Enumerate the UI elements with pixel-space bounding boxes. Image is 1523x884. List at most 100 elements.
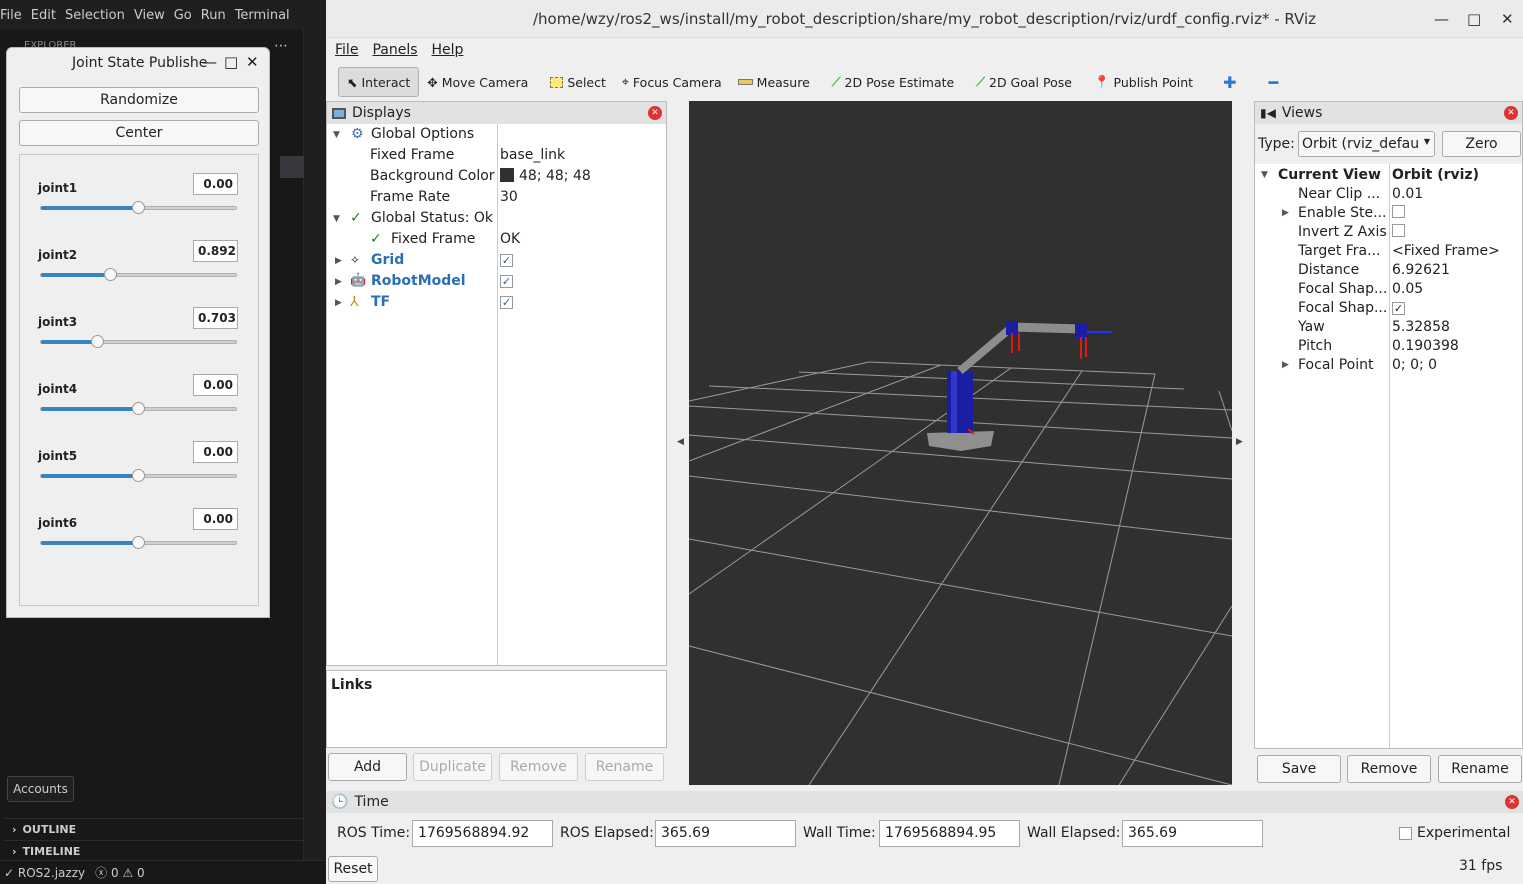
slider-handle[interactable] bbox=[132, 536, 145, 549]
add-display-button[interactable]: Add bbox=[328, 753, 407, 781]
minimize-icon[interactable]: — bbox=[202, 53, 217, 71]
close-icon[interactable]: ✕ bbox=[246, 53, 259, 71]
remote-branch[interactable]: ✓ ROS2.jazzy bbox=[4, 866, 85, 880]
tree-row-frame-rate[interactable]: Frame Rate 30 bbox=[327, 189, 666, 210]
view-property-row[interactable]: Invert Z Axis bbox=[1255, 224, 1522, 243]
view-property-value[interactable]: <Fixed Frame> bbox=[1392, 243, 1500, 259]
rename-display-button[interactable]: Rename bbox=[585, 753, 664, 781]
view-property-value[interactable]: 0.190398 bbox=[1392, 338, 1459, 354]
rename-view-button[interactable]: Rename bbox=[1438, 755, 1522, 783]
background-color-value[interactable]: 48; 48; 48 bbox=[500, 168, 591, 184]
minimize-icon[interactable]: — bbox=[1434, 10, 1449, 28]
view-property-value[interactable]: 6.92621 bbox=[1392, 262, 1450, 278]
slider-handle[interactable] bbox=[132, 469, 145, 482]
expand-down-icon[interactable]: ▼ bbox=[1261, 170, 1268, 180]
pose-estimate-tool[interactable]: ⟋ 2D Pose Estimate bbox=[824, 67, 962, 97]
joint-slider[interactable] bbox=[40, 536, 237, 549]
randomize-button[interactable]: Randomize bbox=[19, 87, 259, 113]
expand-down-icon[interactable]: ▼ bbox=[333, 130, 340, 140]
view-property-checkbox[interactable] bbox=[1392, 205, 1405, 222]
view-property-row[interactable]: Near Clip ... 0.01 bbox=[1255, 186, 1522, 205]
select-tool[interactable]: Select bbox=[542, 67, 614, 97]
joint-slider[interactable] bbox=[40, 402, 237, 415]
vscode-menu-terminal[interactable]: Terminal bbox=[235, 8, 299, 23]
collapse-right-icon[interactable]: ▶ bbox=[1236, 437, 1243, 447]
slider-handle[interactable] bbox=[132, 402, 145, 415]
joint-value-field[interactable]: 0.00 bbox=[193, 173, 238, 195]
close-panel-icon[interactable]: ✕ bbox=[648, 106, 662, 120]
outline-section[interactable]: › OUTLINE bbox=[4, 818, 304, 840]
slider-handle[interactable] bbox=[104, 268, 117, 281]
tree-row-grid[interactable]: ▶ ⟡ Grid ✓ bbox=[327, 252, 666, 273]
joint-slider[interactable] bbox=[40, 268, 237, 281]
slider-handle[interactable] bbox=[132, 201, 145, 214]
joint-value-field[interactable]: 0.00 bbox=[193, 374, 238, 396]
tree-row-status-fixed-frame[interactable]: ✓ Fixed Frame OK bbox=[327, 231, 666, 252]
remove-view-button[interactable]: Remove bbox=[1347, 755, 1431, 783]
vscode-menu-edit[interactable]: Edit bbox=[31, 8, 65, 23]
fixed-frame-value[interactable]: base_link bbox=[500, 147, 565, 163]
vscode-menu-view[interactable]: View bbox=[134, 8, 174, 23]
frame-rate-value[interactable]: 30 bbox=[500, 189, 518, 205]
move-camera-tool[interactable]: ✥ Move Camera bbox=[419, 67, 536, 97]
view-property-checkbox[interactable]: ✓ bbox=[1392, 300, 1405, 316]
view-property-row[interactable]: Yaw 5.32858 bbox=[1255, 319, 1522, 338]
wall-time-field[interactable]: 1769568894.95 bbox=[879, 820, 1020, 847]
view-property-value[interactable]: 0; 0; 0 bbox=[1392, 357, 1437, 373]
expand-right-icon[interactable]: ▶ bbox=[1282, 360, 1289, 370]
remove-tool-button[interactable]: ━ bbox=[1261, 67, 1287, 97]
remove-display-button[interactable]: Remove bbox=[499, 753, 578, 781]
interact-tool[interactable]: ⬉ Interact bbox=[338, 67, 420, 97]
ros-time-field[interactable]: 1769568894.92 bbox=[412, 820, 553, 847]
vscode-menu-file[interactable]: File bbox=[0, 8, 31, 23]
menu-panels[interactable]: Panels bbox=[372, 42, 417, 58]
joint-slider[interactable] bbox=[40, 201, 237, 214]
measure-tool[interactable]: Measure bbox=[730, 67, 818, 97]
duplicate-display-button[interactable]: Duplicate bbox=[413, 753, 492, 781]
joint-value-field[interactable]: 0.00 bbox=[193, 508, 238, 530]
tree-row-tf[interactable]: ▶ ⅄ TF ✓ bbox=[327, 294, 666, 315]
goal-pose-tool[interactable]: ⟋ 2D Goal Pose bbox=[968, 67, 1080, 97]
joint-slider[interactable] bbox=[40, 335, 237, 348]
tree-row-global-status[interactable]: ▼ ✓ Global Status: Ok bbox=[327, 210, 666, 231]
vscode-selected-row[interactable] bbox=[280, 156, 304, 178]
experimental-checkbox[interactable]: Experimental bbox=[1399, 825, 1510, 841]
maximize-icon[interactable]: □ bbox=[1467, 10, 1481, 28]
tree-row-robot-model[interactable]: ▶ 🤖 RobotModel ✓ bbox=[327, 273, 666, 294]
save-view-button[interactable]: Save bbox=[1257, 755, 1341, 783]
expand-right-icon[interactable]: ▶ bbox=[335, 256, 342, 266]
robot-model-enabled-checkbox[interactable]: ✓ bbox=[500, 273, 513, 289]
view-property-row[interactable]: Target Fra... <Fixed Frame> bbox=[1255, 243, 1522, 262]
tf-enabled-checkbox[interactable]: ✓ bbox=[500, 294, 513, 310]
tree-row-current-view[interactable]: ▼ Current View Orbit (rviz) bbox=[1255, 167, 1522, 186]
tree-row-global-options[interactable]: ▼ ⚙ Global Options bbox=[327, 126, 666, 147]
add-tool-button[interactable]: ✚ bbox=[1215, 67, 1244, 97]
3d-render-viewport[interactable] bbox=[689, 101, 1232, 785]
grid-enabled-checkbox[interactable]: ✓ bbox=[500, 252, 513, 268]
view-property-value[interactable]: 0.05 bbox=[1392, 281, 1423, 297]
publish-point-tool[interactable]: 📍 Publish Point bbox=[1086, 67, 1201, 97]
joint-value-field[interactable]: 0.892 bbox=[193, 240, 238, 262]
ros-elapsed-field[interactable]: 365.69 bbox=[655, 820, 796, 847]
view-property-row[interactable]: Focal Shap... 0.05 bbox=[1255, 281, 1522, 300]
view-property-row[interactable]: Distance 6.92621 bbox=[1255, 262, 1522, 281]
more-actions-icon[interactable]: ⋯ bbox=[274, 38, 288, 54]
tree-row-fixed-frame[interactable]: Fixed Frame base_link bbox=[327, 147, 666, 168]
view-property-row[interactable]: ▶ Focal Point 0; 0; 0 bbox=[1255, 357, 1522, 376]
focus-camera-tool[interactable]: ⌖ Focus Camera bbox=[614, 67, 730, 97]
slider-handle[interactable] bbox=[91, 335, 104, 348]
collapse-left-icon[interactable]: ◀ bbox=[677, 437, 684, 447]
center-button[interactable]: Center bbox=[19, 120, 259, 146]
view-property-checkbox[interactable] bbox=[1392, 224, 1405, 241]
expand-right-icon[interactable]: ▶ bbox=[1282, 208, 1289, 218]
vscode-menu-go[interactable]: Go bbox=[174, 8, 201, 23]
view-property-row[interactable]: ▶ Enable Ste... bbox=[1255, 205, 1522, 224]
menu-help[interactable]: Help bbox=[432, 42, 464, 58]
close-panel-icon[interactable]: ✕ bbox=[1505, 795, 1519, 809]
maximize-icon[interactable]: □ bbox=[224, 53, 238, 71]
expand-right-icon[interactable]: ▶ bbox=[335, 277, 342, 287]
view-property-value[interactable]: 0.01 bbox=[1392, 186, 1423, 202]
tree-row-background-color[interactable]: Background Color 48; 48; 48 bbox=[327, 168, 666, 189]
wall-elapsed-field[interactable]: 365.69 bbox=[1122, 820, 1263, 847]
reset-button[interactable]: Reset bbox=[328, 856, 378, 882]
